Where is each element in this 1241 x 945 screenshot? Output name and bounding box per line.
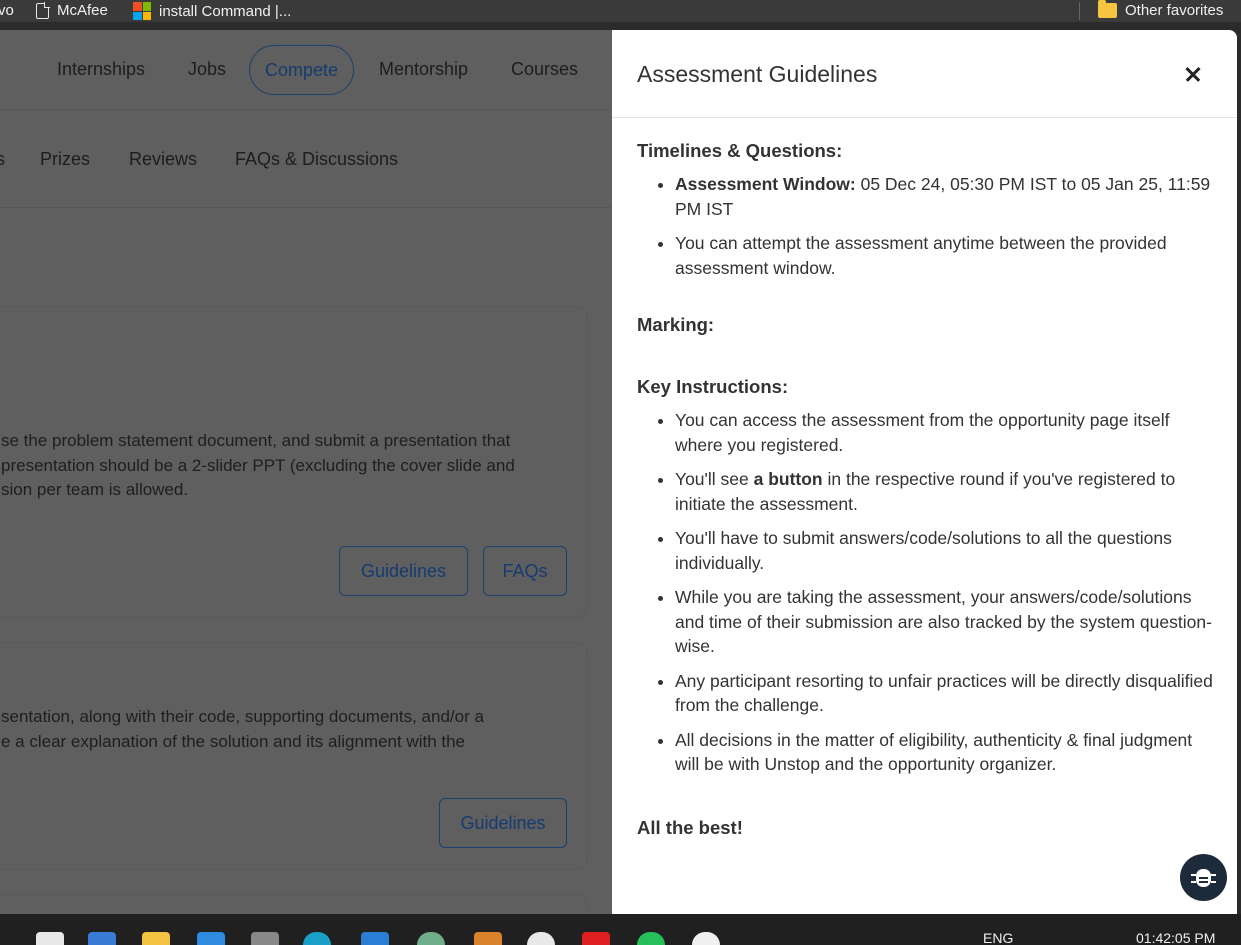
favorites-bar: vo McAfee install Command |... Other fav… (0, 0, 1241, 22)
youtube-icon[interactable] (582, 932, 610, 945)
nav-courses[interactable]: Courses (511, 59, 578, 80)
copilot-icon[interactable] (88, 932, 116, 945)
file-explorer-icon[interactable] (142, 932, 170, 945)
clock[interactable]: 01:42:05 PM (1136, 930, 1215, 945)
guidelines-button[interactable]: Guidelines (439, 798, 567, 848)
file-icon[interactable] (36, 932, 64, 945)
assessment-guidelines-drawer: Assessment Guidelines Timelines & Questi… (612, 30, 1237, 914)
card-text-line: presentation should be a 2-slider PPT (e… (1, 456, 515, 475)
list-item: Any participant resorting to unfair prac… (675, 669, 1217, 718)
background-page: Internships Jobs Compete Mentorship Cour… (0, 30, 612, 914)
list-item: You'll see a button in the respective ro… (675, 467, 1217, 516)
card-text-line: sion per team is allowed. (1, 480, 189, 499)
chatgpt-icon[interactable] (417, 932, 445, 945)
tab-partial[interactable]: s (0, 149, 5, 170)
page-icon (36, 1, 50, 19)
nav-internships[interactable]: Internships (57, 59, 145, 80)
sub-navigation: s Prizes Reviews FAQs & Discussions (0, 110, 612, 208)
favorite-label: install Command |... (159, 2, 292, 20)
drawer-title: Assessment Guidelines (637, 61, 878, 87)
timeline-list: Assessment Window: 05 Dec 24, 05:30 PM I… (637, 172, 1217, 280)
nav-jobs[interactable]: Jobs (188, 59, 226, 80)
list-item: You'll have to submit answers/code/solut… (675, 526, 1217, 575)
vscode-icon[interactable] (361, 932, 389, 945)
app-icon[interactable] (474, 932, 502, 945)
store-icon[interactable] (197, 932, 225, 945)
card-text-line: sentation, along with their code, suppor… (1, 707, 484, 726)
other-favorites[interactable]: Other favorites (1098, 0, 1224, 19)
github-icon[interactable] (692, 932, 720, 945)
round-card: sentation, along with their code, suppor… (0, 642, 588, 870)
text-emphasis: a button (753, 469, 823, 489)
bug-icon (1196, 869, 1211, 887)
round-card (0, 894, 588, 914)
text-segment: You'll see (675, 469, 754, 489)
favorite-mcafee[interactable]: McAfee (36, 1, 108, 19)
taskbar: ENG 01:42:05 PM (0, 914, 1241, 945)
language-indicator[interactable]: ENG (983, 930, 1013, 945)
faqs-button[interactable]: FAQs (483, 546, 567, 596)
assessment-window-label: Assessment Window: (675, 174, 856, 194)
favorite-label: McAfee (57, 2, 108, 19)
edge-icon[interactable] (303, 932, 331, 945)
closing-text: All the best! (637, 816, 743, 838)
guidelines-button[interactable]: Guidelines (339, 546, 468, 596)
section-heading: Marking: (637, 314, 715, 335)
microsoft-icon (133, 2, 151, 20)
other-favorites-label: Other favorites (1125, 2, 1224, 19)
nav-mentorship[interactable]: Mentorship (379, 59, 468, 80)
list-item: While you are taking the assessment, you… (675, 585, 1217, 659)
tab-reviews[interactable]: Reviews (129, 149, 197, 170)
instructions-list: You can access the assessment from the o… (637, 408, 1217, 777)
list-item: You can attempt the assessment anytime b… (675, 231, 1217, 280)
top-navigation: Internships Jobs Compete Mentorship Cour… (0, 30, 612, 110)
folder-icon (1098, 0, 1117, 18)
list-item: All decisions in the matter of eligibili… (675, 728, 1217, 777)
whatsapp-icon[interactable] (637, 932, 665, 945)
list-item: You can access the assessment from the o… (675, 408, 1217, 457)
round-card: se the problem statement document, and s… (0, 306, 588, 618)
list-item: Assessment Window: 05 Dec 24, 05:30 PM I… (675, 172, 1217, 221)
favorite-item[interactable]: vo (0, 2, 14, 19)
section-heading: Key Instructions: (637, 376, 789, 397)
drawer-body: Timelines & Questions: Assessment Window… (637, 140, 1217, 845)
tab-faqs-discussions[interactable]: FAQs & Discussions (235, 149, 398, 170)
favorite-install-command[interactable]: install Command |... (133, 2, 291, 20)
favorite-label: vo (0, 2, 14, 19)
close-icon[interactable] (1179, 61, 1207, 89)
bug-report-button[interactable] (1180, 854, 1227, 901)
app-icon[interactable] (251, 932, 279, 945)
card-text-line: se the problem statement document, and s… (1, 431, 511, 450)
section-heading: Timelines & Questions: (637, 140, 843, 161)
card-text-line: e a clear explanation of the solution an… (1, 732, 466, 751)
app-icon[interactable] (527, 932, 555, 945)
nav-compete[interactable]: Compete (249, 45, 355, 95)
tab-prizes[interactable]: Prizes (40, 149, 90, 170)
favorites-divider (1079, 2, 1080, 20)
drawer-header: Assessment Guidelines (612, 30, 1237, 118)
